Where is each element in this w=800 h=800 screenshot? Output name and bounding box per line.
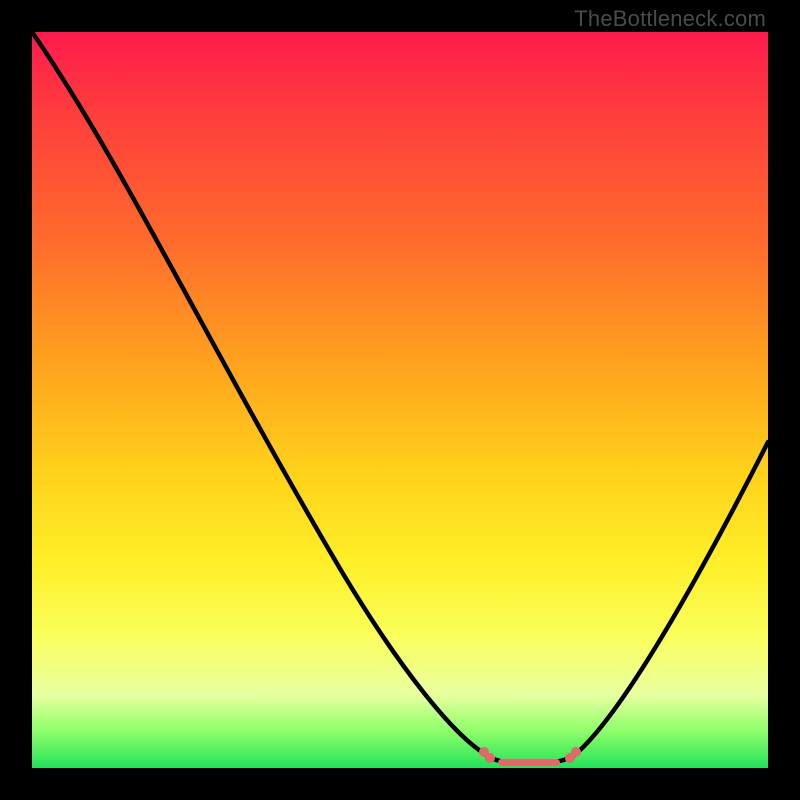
bottom-marker-group: [479, 747, 581, 766]
marker-dot: [485, 753, 495, 763]
plot-area: [32, 32, 768, 768]
marker-dash: [498, 759, 560, 766]
bottleneck-curve: [32, 32, 768, 762]
curve-overlay: [32, 32, 768, 768]
marker-dot: [571, 747, 581, 757]
watermark-text: TheBottleneck.com: [574, 6, 766, 32]
chart-frame: TheBottleneck.com: [0, 0, 800, 800]
